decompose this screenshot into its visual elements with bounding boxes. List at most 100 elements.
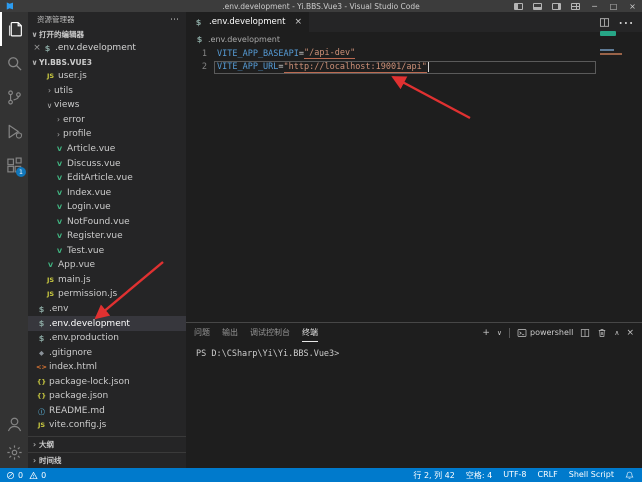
open-editor-item[interactable]: × $ .env.development xyxy=(28,41,186,55)
minimize-button[interactable]: ─ xyxy=(585,0,604,12)
activity-accounts[interactable] xyxy=(0,410,28,438)
js-file-icon: JS xyxy=(36,421,47,429)
code-area[interactable]: 1VITE_APP_BASEAPI="/api-dev"2VITE_APP_UR… xyxy=(186,46,642,322)
vue-file-icon: V xyxy=(54,189,65,197)
breadcrumb[interactable]: $ .env.development xyxy=(186,32,642,46)
panel-tab-终端[interactable]: 终端 xyxy=(302,323,318,342)
outline-section[interactable]: › 大纲 xyxy=(28,436,186,452)
js-file-icon: JS xyxy=(45,290,56,298)
breadcrumb-item: .env.development xyxy=(208,35,280,44)
timeline-label: 时间线 xyxy=(39,455,62,466)
tree-item-.gitignore[interactable]: ◆.gitignore xyxy=(28,345,186,360)
tree-item-label: Article.vue xyxy=(67,144,115,154)
vue-file-icon: V xyxy=(54,232,65,240)
account-icon xyxy=(6,416,23,433)
close-panel-icon[interactable]: × xyxy=(626,328,634,338)
tree-item-label: .gitignore xyxy=(49,348,92,358)
tree-item-index.html[interactable]: <>index.html xyxy=(28,360,186,375)
panel-tab-调试控制台[interactable]: 调试控制台 xyxy=(250,323,290,342)
shell-file-icon: $ xyxy=(194,35,205,44)
split-editor-icon[interactable] xyxy=(599,13,610,32)
tree-item-main.js[interactable]: JSmain.js xyxy=(28,273,186,288)
tree-item-Login.vue[interactable]: VLogin.vue xyxy=(28,200,186,215)
tree-item-package.json[interactable]: {}package.json xyxy=(28,389,186,404)
tree-item-Test.vue[interactable]: VTest.vue xyxy=(28,244,186,259)
close-tab-icon[interactable]: × xyxy=(294,17,302,27)
tree-item-error[interactable]: ›error xyxy=(28,113,186,128)
panel-tab-问题[interactable]: 问题 xyxy=(194,323,210,342)
timeline-section[interactable]: › 时间线 xyxy=(28,452,186,468)
md-file-icon: ⓘ xyxy=(36,406,47,416)
problems-status[interactable]: 0 0 xyxy=(6,471,46,480)
tree-item-label: package.json xyxy=(49,391,108,401)
minimap[interactable] xyxy=(598,46,642,322)
tree-item-Index.vue[interactable]: VIndex.vue xyxy=(28,185,186,200)
line-number: 2 xyxy=(186,62,207,72)
chevron-down-icon[interactable]: ∨ xyxy=(497,329,502,337)
tree-item-Register.vue[interactable]: VRegister.vue xyxy=(28,229,186,244)
activity-explorer[interactable] xyxy=(0,12,28,46)
code-line-2[interactable]: 2VITE_APP_URL="http://localhost:19001/ap… xyxy=(186,61,642,75)
close-button[interactable]: × xyxy=(623,0,642,12)
more-actions-icon[interactable]: ⋯ xyxy=(170,15,179,25)
activity-run-debug[interactable] xyxy=(0,114,28,148)
open-editors-header[interactable]: ∨ 打开的编辑器 xyxy=(28,27,186,41)
tree-item-user.js[interactable]: JSuser.js xyxy=(28,69,186,84)
tree-item-package-lock.json[interactable]: {}package-lock.json xyxy=(28,374,186,389)
terminal-content[interactable]: PS D:\CSharp\Yi\Yi.BBS.Vue3> xyxy=(186,342,642,468)
shell-selector[interactable]: powershell xyxy=(517,328,573,338)
tree-item-permission.js[interactable]: JSpermission.js xyxy=(28,287,186,302)
tree-item-EditArticle.vue[interactable]: VEditArticle.vue xyxy=(28,171,186,186)
kill-terminal-icon[interactable] xyxy=(597,328,607,338)
panel-tab-输出[interactable]: 输出 xyxy=(222,323,238,342)
tree-item-profile[interactable]: ›profile xyxy=(28,127,186,142)
vue-file-icon: V xyxy=(45,261,56,269)
notifications-bell-icon[interactable] xyxy=(625,471,634,480)
activity-bar: 1 xyxy=(0,12,28,468)
close-icon[interactable]: × xyxy=(32,43,42,53)
env-file-icon: $ xyxy=(36,319,47,328)
status-item-2[interactable]: UTF-8 xyxy=(503,470,526,481)
maximize-panel-icon[interactable]: ∧ xyxy=(614,329,619,337)
status-item-1[interactable]: 空格: 4 xyxy=(466,470,492,481)
git-branch-icon xyxy=(6,89,23,106)
tree-item-App.vue[interactable]: VApp.vue xyxy=(28,258,186,273)
minimap-decoration xyxy=(600,31,616,36)
tree-item-NotFound.vue[interactable]: VNotFound.vue xyxy=(28,214,186,229)
tree-item-label: NotFound.vue xyxy=(67,217,130,227)
activity-extensions[interactable]: 1 xyxy=(0,148,28,182)
tree-item-.env[interactable]: $.env xyxy=(28,302,186,317)
activity-bar-bottom xyxy=(0,410,28,468)
tree-item-Article.vue[interactable]: VArticle.vue xyxy=(28,142,186,157)
new-terminal-icon[interactable]: + xyxy=(482,328,490,338)
status-item-4[interactable]: Shell Script xyxy=(569,470,614,481)
project-section-header[interactable]: ∨ YI.BBS.VUE3 xyxy=(28,55,186,69)
tree-item-.env.development[interactable]: $.env.development xyxy=(28,316,186,331)
tree-item-Discuss.vue[interactable]: VDiscuss.vue xyxy=(28,156,186,171)
status-item-3[interactable]: CRLF xyxy=(538,470,558,481)
more-actions-icon[interactable]: ⋯ xyxy=(618,13,634,32)
tab-env-development[interactable]: $ .env.development × xyxy=(186,12,309,32)
activity-settings[interactable] xyxy=(0,438,28,466)
customize-layout-icon[interactable] xyxy=(566,0,585,12)
toggle-sidebar-icon[interactable] xyxy=(509,0,528,12)
toggle-panel-icon[interactable] xyxy=(528,0,547,12)
tree-item-label: package-lock.json xyxy=(49,377,130,387)
status-item-0[interactable]: 行 2, 列 42 xyxy=(413,470,454,481)
tree-item-label: .env.development xyxy=(49,319,130,329)
open-editors-label: 打开的编辑器 xyxy=(39,29,84,40)
tree-item-.env.production[interactable]: $.env.production xyxy=(28,331,186,346)
tree-item-utils[interactable]: ›utils xyxy=(28,84,186,99)
tree-item-vite.config.js[interactable]: JSvite.config.js xyxy=(28,418,186,433)
split-terminal-icon[interactable] xyxy=(580,328,590,338)
tree-item-views[interactable]: ∨views xyxy=(28,98,186,113)
panel-tabs: 问题输出调试控制台终端 xyxy=(194,323,318,342)
search-icon xyxy=(6,55,23,72)
activity-source-control[interactable] xyxy=(0,80,28,114)
activity-search[interactable] xyxy=(0,46,28,80)
chevron-right-icon: › xyxy=(54,130,63,139)
maximize-button[interactable]: □ xyxy=(604,0,623,12)
toggle-secondary-sidebar-icon[interactable] xyxy=(547,0,566,12)
tree-item-README.md[interactable]: ⓘREADME.md xyxy=(28,404,186,419)
code-line-1[interactable]: 1VITE_APP_BASEAPI="/api-dev" xyxy=(186,47,642,61)
